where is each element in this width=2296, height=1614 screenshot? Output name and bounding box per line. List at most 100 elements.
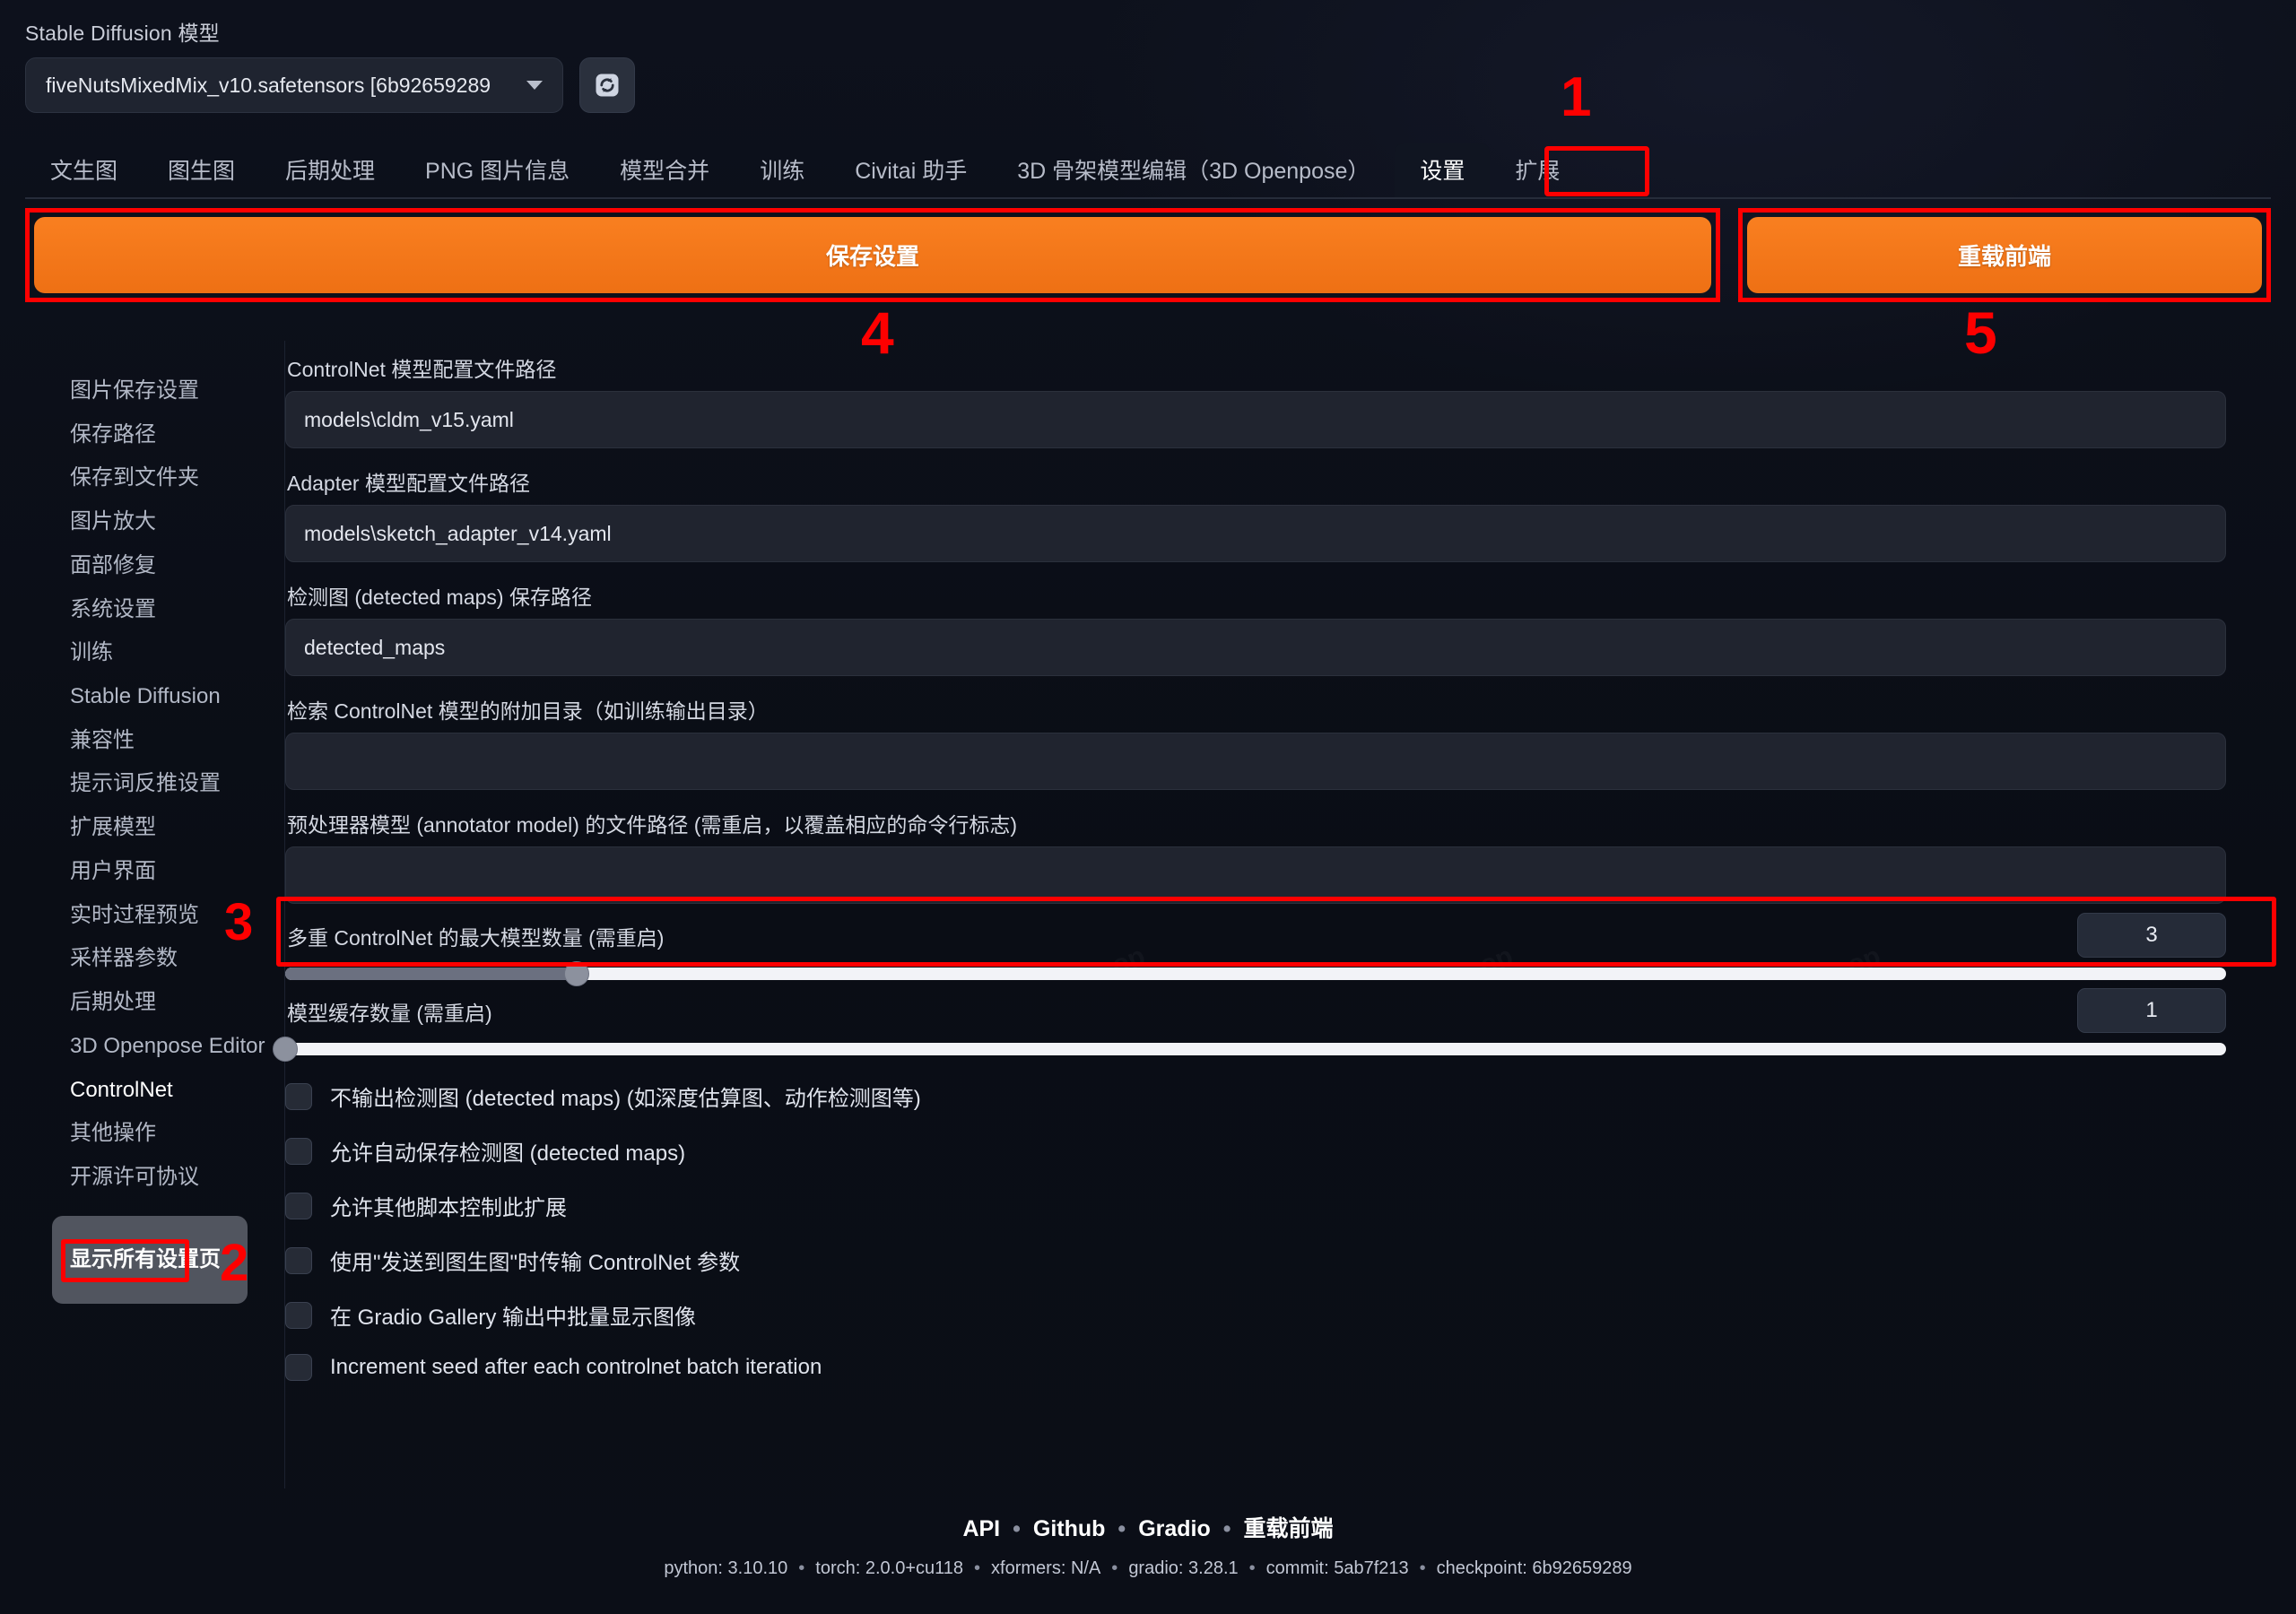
sidebar-item-9[interactable]: 提示词反推设置: [0, 762, 269, 806]
checkbox-1[interactable]: [285, 1137, 312, 1165]
slider-track-0[interactable]: [285, 961, 2226, 986]
sidebar-item-16[interactable]: ControlNet: [0, 1069, 269, 1113]
sidebar-item-18[interactable]: 开源许可协议: [0, 1156, 269, 1200]
footer-meta-separator: •: [1111, 1558, 1118, 1578]
footer-link-0[interactable]: API: [962, 1516, 1000, 1541]
footer-link-3[interactable]: 重载前端: [1244, 1516, 1334, 1541]
checkbox-5[interactable]: [285, 1354, 312, 1381]
model-selector-group: Stable Diffusion 模型 fiveNutsMixedMix_v10…: [25, 16, 635, 113]
sidebar-item-6[interactable]: 训练: [0, 631, 269, 675]
checkbox-label-2: 允许其他脚本控制此扩展: [330, 1196, 567, 1220]
text-field-input-4[interactable]: [285, 846, 2226, 904]
text-field-label-4: 预处理器模型 (annotator model) 的文件路径 (需重启，以覆盖相…: [287, 813, 1018, 837]
chevron-down-icon: [526, 81, 543, 90]
checkbox-row-3[interactable]: 使用"发送到图生图"时传输 ControlNet 参数: [285, 1245, 2260, 1276]
checkbox-row-4[interactable]: 在 Gradio Gallery 输出中批量显示图像: [285, 1299, 2260, 1331]
footer-meta-separator: •: [974, 1558, 981, 1578]
sidebar-item-11[interactable]: 用户界面: [0, 850, 269, 894]
sidebar-item-1[interactable]: 保存路径: [0, 413, 269, 457]
footer-meta-item-5: checkpoint: 6b92659289: [1436, 1558, 1632, 1578]
footer-link-2[interactable]: Gradio: [1138, 1516, 1211, 1541]
slider-head-0: 多重 ControlNet 的最大模型数量 (需重启) 3: [285, 910, 2226, 960]
tab-2[interactable]: 后期处理: [260, 143, 400, 199]
slider-head-1: 模型缓存数量 (需重启) 1: [285, 985, 2226, 1036]
footer-links: API • Github • Gradio • 重载前端: [0, 1511, 2296, 1543]
checkbox-label-0: 不输出检测图 (detected maps) (如深度估算图、动作检测图等): [330, 1087, 921, 1111]
refresh-models-button[interactable]: [579, 57, 635, 113]
checkbox-0[interactable]: [285, 1082, 312, 1110]
slider-label-0: 多重 ControlNet 的最大模型数量 (需重启): [287, 926, 665, 950]
slider-thumb-1[interactable]: [273, 1037, 298, 1062]
settings-content: 图片保存设置 保存路径 保存到文件夹 图片放大 面部修复 系统设置 训练 Stable Dif…: [0, 341, 2296, 1488]
checkbox-group: 不输出检测图 (detected maps) (如深度估算图、动作检测图等) 允许…: [285, 1080, 2260, 1381]
checkbox-label-4: 在 Gradio Gallery 输出中批量显示图像: [330, 1306, 697, 1330]
sidebar-item-4[interactable]: 面部修复: [0, 544, 269, 588]
footer-meta-item-3: gradio: 3.28.1: [1128, 1558, 1239, 1578]
checkbox-row-5[interactable]: Increment seed after each controlnet bat…: [285, 1354, 2260, 1381]
checkbox-2[interactable]: [285, 1192, 312, 1219]
sidebar-item-5[interactable]: 系统设置: [0, 588, 269, 632]
text-field-label-1: Adapter 模型配置文件路径: [287, 472, 530, 495]
footer-separator: •: [1013, 1516, 1021, 1541]
tab-4[interactable]: 模型合并: [595, 143, 735, 199]
text-field-label-0: ControlNet 模型配置文件路径: [287, 358, 557, 381]
main-tabbar: 文生图 图生图 后期处理 PNG 图片信息 模型合并 训练 Civitai 助手 3D 骨架模…: [25, 143, 1585, 199]
tab-9[interactable]: 扩展: [1490, 143, 1585, 199]
text-field-group-3: 检索 ControlNet 模型的附加目录（如训练输出目录）: [285, 682, 2260, 790]
slider-group-0: 多重 ControlNet 的最大模型数量 (需重启) 3: [285, 910, 2226, 986]
reload-ui-highlight: 重载前端: [1738, 208, 2271, 302]
annotation-2: 2: [220, 1234, 249, 1292]
tab-7[interactable]: 3D 骨架模型编辑（3D Openpose）: [992, 143, 1395, 199]
footer-meta-separator: •: [1248, 1558, 1256, 1578]
sidebar-item-2[interactable]: 保存到文件夹: [0, 456, 269, 500]
footer-meta-item-2: xformers: N/A: [991, 1558, 1101, 1578]
text-field-input-2[interactable]: detected_maps: [285, 619, 2226, 676]
footer-meta-item-4: commit: 5ab7f213: [1265, 1558, 1409, 1578]
model-label: Stable Diffusion 模型: [25, 22, 220, 45]
slider-track-1[interactable]: [273, 1037, 2226, 1062]
sidebar-item-17[interactable]: 其他操作: [0, 1112, 269, 1156]
tab-6[interactable]: Civitai 助手: [830, 143, 992, 199]
checkbox-4[interactable]: [285, 1301, 312, 1329]
checkbox-label-3: 使用"发送到图生图"时传输 ControlNet 参数: [330, 1251, 741, 1275]
sd-model-dropdown[interactable]: fiveNutsMixedMix_v10.safetensors [6b9265…: [25, 57, 563, 113]
slider-label-1: 模型缓存数量 (需重启): [287, 1002, 492, 1025]
text-field-input-0[interactable]: models\cldm_v15.yaml: [285, 391, 2226, 448]
sidebar-item-3[interactable]: 图片放大: [0, 500, 269, 544]
footer-separator: •: [1118, 1516, 1126, 1541]
tab-1[interactable]: 图生图: [143, 143, 260, 199]
tab-3[interactable]: PNG 图片信息: [400, 143, 595, 199]
tab-8[interactable]: 设置: [1395, 143, 1491, 199]
text-field-group-0: ControlNet 模型配置文件路径 models\cldm_v15.yaml: [285, 341, 2260, 448]
checkbox-row-0[interactable]: 不输出检测图 (detected maps) (如深度估算图、动作检测图等): [285, 1080, 2260, 1112]
footer-link-1[interactable]: Github: [1033, 1516, 1106, 1541]
footer-meta: python: 3.10.10 • torch: 2.0.0+cu118 • xform…: [0, 1558, 2296, 1579]
save-settings-button[interactable]: 保存设置: [34, 217, 1711, 293]
text-field-input-3[interactable]: [285, 733, 2226, 790]
checkbox-row-1[interactable]: 允许自动保存检测图 (detected maps): [285, 1135, 2260, 1167]
sidebar-item-7[interactable]: Stable Diffusion: [0, 675, 269, 719]
settings-main-pane: ControlNet 模型配置文件路径 models\cldm_v15.yaml A…: [273, 341, 2296, 1404]
text-field-group-4: 预处理器模型 (annotator model) 的文件路径 (需重启，以覆盖相…: [285, 796, 2260, 904]
reload-ui-button[interactable]: 重载前端: [1747, 217, 2262, 293]
slider-value-0[interactable]: 3: [2077, 913, 2226, 958]
checkbox-label-1: 允许自动保存检测图 (detected maps): [330, 1141, 686, 1166]
sidebar-item-10[interactable]: 扩展模型: [0, 806, 269, 850]
app-window: op op op op op op op op Stable Diffusion…: [0, 0, 2296, 1614]
sidebar-item-0[interactable]: 图片保存设置: [0, 369, 269, 413]
sd-model-value: fiveNutsMixedMix_v10.safetensors [6b9265…: [46, 73, 491, 97]
tab-0[interactable]: 文生图: [25, 143, 143, 199]
tab-5[interactable]: 训练: [735, 143, 830, 199]
sidebar-item-14[interactable]: 后期处理: [0, 981, 269, 1025]
footer-meta-separator: •: [1419, 1558, 1426, 1578]
show-all-settings-button[interactable]: 显示所有设置页: [52, 1215, 248, 1304]
footer: API • Github • Gradio • 重载前端 python: 3.10.10 • t…: [0, 1511, 2296, 1579]
sidebar-item-8[interactable]: 兼容性: [0, 719, 269, 763]
slider-value-1[interactable]: 1: [2077, 988, 2226, 1033]
checkbox-3[interactable]: [285, 1246, 312, 1274]
text-field-input-1[interactable]: models\sketch_adapter_v14.yaml: [285, 505, 2226, 562]
sidebar-item-15[interactable]: 3D Openpose Editor: [0, 1025, 269, 1069]
slider-group-1: 模型缓存数量 (需重启) 1: [273, 985, 2226, 1062]
checkbox-row-2[interactable]: 允许其他脚本控制此扩展: [285, 1190, 2260, 1221]
slider-thumb-0[interactable]: [563, 961, 589, 986]
